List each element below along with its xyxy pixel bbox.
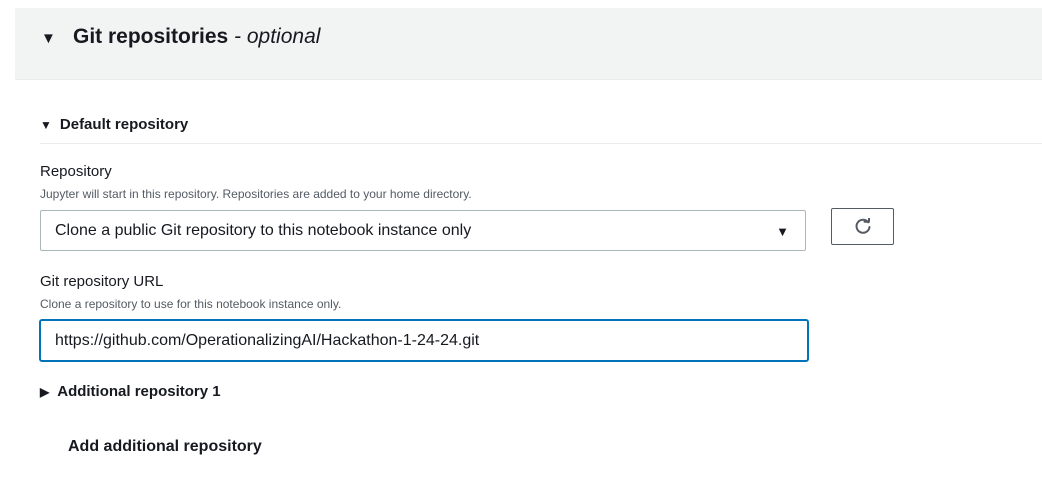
add-additional-repository-button[interactable]: Add additional repository xyxy=(68,438,262,456)
caret-down-icon: ▼ xyxy=(40,118,52,132)
default-repository-header: Default repository xyxy=(59,116,189,133)
repository-hint: Jupyter will start in this repository. R… xyxy=(40,187,472,201)
section-title-text: Git repositories xyxy=(73,25,229,48)
additional-repository-header: Additional repository 1 xyxy=(57,383,221,400)
divider xyxy=(40,143,1042,144)
repository-label: Repository xyxy=(40,163,112,180)
caret-right-icon: ▶ xyxy=(40,385,50,399)
additional-repository-expander[interactable]: ▶ Additional repository 1 xyxy=(40,383,221,400)
git-url-hint: Clone a repository to use for this noteb… xyxy=(40,297,342,311)
default-repository-expander[interactable]: ▼ Default repository xyxy=(40,116,188,133)
git-url-input[interactable] xyxy=(40,320,808,361)
refresh-button[interactable] xyxy=(831,208,894,245)
repository-select-value: Clone a public Git repository to this no… xyxy=(55,222,472,239)
caret-down-icon[interactable]: ▼ xyxy=(41,30,56,47)
git-repositories-section-header[interactable]: ▼ Git repositories - optional xyxy=(15,8,1042,80)
optional-label: - optional xyxy=(228,25,321,48)
caret-down-icon: ▼ xyxy=(776,224,789,239)
section-title: Git repositories - optional xyxy=(73,25,320,49)
git-url-label: Git repository URL xyxy=(40,273,164,290)
repository-select[interactable]: Clone a public Git repository to this no… xyxy=(40,210,806,251)
refresh-icon xyxy=(855,218,871,234)
